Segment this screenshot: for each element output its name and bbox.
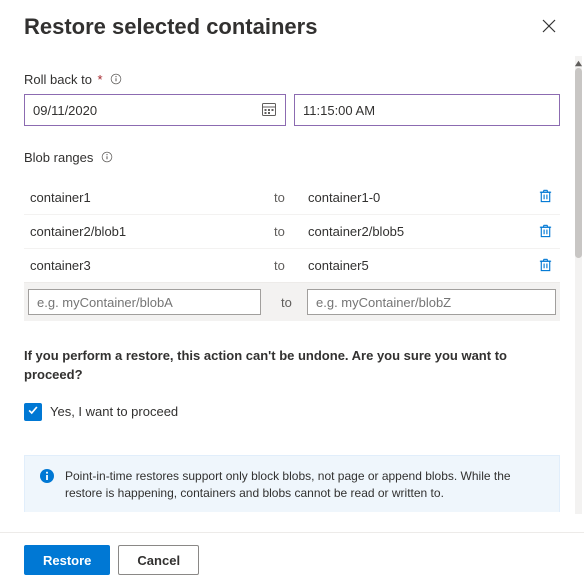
- range-row: container3 to container5: [24, 248, 560, 282]
- confirm-checkbox[interactable]: [24, 403, 42, 421]
- checkmark-icon: [27, 404, 39, 419]
- restore-panel: { "header": { "title": "Restore selected…: [0, 0, 584, 587]
- range-from: container1: [24, 190, 274, 205]
- range-target: container1-0: [302, 190, 530, 205]
- range-to-word: to: [281, 295, 299, 310]
- calendar-icon: [261, 101, 277, 120]
- info-callout: Point-in-time restores support only bloc…: [24, 455, 560, 512]
- blob-ranges-list: container1 to container1-0 container2/bl…: [24, 180, 560, 321]
- info-text: Point-in-time restores support only bloc…: [65, 468, 545, 503]
- scroll-up-icon[interactable]: [574, 56, 583, 65]
- blob-ranges-label: Blob ranges: [24, 150, 93, 165]
- add-range-row: to: [24, 282, 560, 321]
- restore-button[interactable]: Restore: [24, 545, 110, 575]
- range-to-word: to: [274, 224, 302, 239]
- rollback-date-value: 09/11/2020: [33, 103, 97, 118]
- trash-icon: [538, 257, 553, 275]
- dialog-title: Restore selected containers: [24, 14, 317, 40]
- cancel-button[interactable]: Cancel: [118, 545, 199, 575]
- rollback-time-input[interactable]: 11:15:00 AM: [294, 94, 560, 126]
- delete-range-button[interactable]: [530, 257, 560, 275]
- range-row: container1 to container1-0: [24, 180, 560, 214]
- add-range-target-input[interactable]: [307, 289, 556, 315]
- required-marker: *: [98, 72, 103, 87]
- range-to-word: to: [274, 258, 302, 273]
- rollback-label: Roll back to: [24, 72, 92, 87]
- info-icon[interactable]: [101, 151, 113, 166]
- add-range-from-input[interactable]: [28, 289, 261, 315]
- restore-warning-text: If you perform a restore, this action ca…: [24, 347, 560, 385]
- range-from: container2/blob1: [24, 224, 274, 239]
- range-row: container2/blob1 to container2/blob5: [24, 214, 560, 248]
- rollback-time-value: 11:15:00 AM: [303, 103, 375, 118]
- trash-icon: [538, 188, 553, 206]
- trash-icon: [538, 223, 553, 241]
- info-icon: [39, 468, 55, 503]
- close-icon: [542, 21, 556, 36]
- range-to-word: to: [274, 190, 302, 205]
- delete-range-button[interactable]: [530, 188, 560, 206]
- range-target: container5: [302, 258, 530, 273]
- close-button[interactable]: [538, 15, 560, 40]
- restore-button-label: Restore: [43, 553, 91, 568]
- confirm-label: Yes, I want to proceed: [50, 404, 178, 419]
- range-from: container3: [24, 258, 274, 273]
- rollback-date-input[interactable]: 09/11/2020: [24, 94, 286, 126]
- cancel-button-label: Cancel: [137, 553, 180, 568]
- info-icon[interactable]: [110, 73, 122, 88]
- range-target: container2/blob5: [302, 224, 530, 239]
- dialog-body: Roll back to * 09/11/2020 11:15:00 AM Bl…: [0, 52, 584, 512]
- dialog-footer: Restore Cancel: [0, 532, 584, 587]
- delete-range-button[interactable]: [530, 223, 560, 241]
- scrollbar-thumb[interactable]: [575, 68, 582, 258]
